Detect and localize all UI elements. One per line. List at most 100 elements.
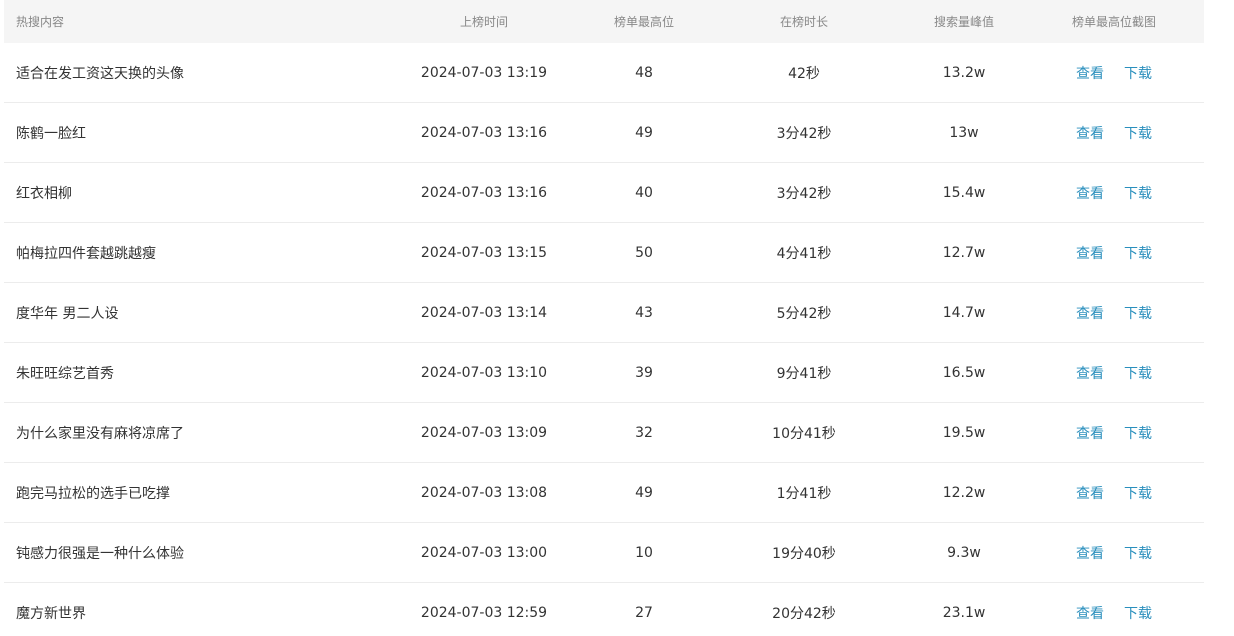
table-row: 帕梅拉四件套越跳越瘦 2024-07-03 13:15 50 4分41秒 12.7w 查看… xyxy=(4,223,1204,283)
table-row: 红衣相柳 2024-07-03 13:16 40 3分42秒 15.4w 查看 下载 xyxy=(4,163,1204,223)
row-title: 陈鹤一脸红 xyxy=(16,125,86,142)
header-screenshot: 榜单最高位截图 xyxy=(1071,15,1156,29)
download-link[interactable]: 下载 xyxy=(1124,183,1152,203)
view-link[interactable]: 查看 xyxy=(1076,363,1104,383)
row-peak: 15.4w xyxy=(942,184,986,201)
table-row: 跑完马拉松的选手已吃撑 2024-07-03 13:08 49 1分41秒 12.2w 查… xyxy=(4,463,1204,523)
row-duration: 1分41秒 xyxy=(776,485,832,502)
row-rank: 27 xyxy=(635,604,653,621)
row-duration: 42秒 xyxy=(788,65,820,82)
view-link[interactable]: 查看 xyxy=(1076,543,1104,563)
row-time: 2024-07-03 13:16 xyxy=(420,124,548,141)
table-row: 朱旺旺综艺首秀 2024-07-03 13:10 39 9分41秒 16.5w 查看 下载 xyxy=(4,343,1204,403)
row-duration: 3分42秒 xyxy=(776,185,832,202)
row-title: 为什么家里没有麻将凉席了 xyxy=(16,425,184,442)
row-title: 红衣相柳 xyxy=(16,185,72,202)
row-duration: 5分42秒 xyxy=(776,305,832,322)
row-rank: 48 xyxy=(635,64,653,81)
row-peak: 23.1w xyxy=(942,604,986,621)
row-duration: 3分42秒 xyxy=(776,125,832,142)
header-peak: 搜索量峰值 xyxy=(933,15,994,29)
row-actions: 查看 下载 xyxy=(1024,423,1204,443)
row-rank: 40 xyxy=(635,184,653,201)
row-rank: 43 xyxy=(635,304,653,321)
row-time: 2024-07-03 13:14 xyxy=(420,304,548,321)
table-row: 陈鹤一脸红 2024-07-03 13:16 49 3分42秒 13w 查看 下载 xyxy=(4,103,1204,163)
view-link[interactable]: 查看 xyxy=(1076,603,1104,623)
row-actions: 查看 下载 xyxy=(1024,363,1204,383)
download-link[interactable]: 下载 xyxy=(1124,63,1152,83)
view-link[interactable]: 查看 xyxy=(1076,243,1104,263)
row-duration: 9分41秒 xyxy=(776,365,832,382)
view-link[interactable]: 查看 xyxy=(1076,123,1104,143)
row-peak: 14.7w xyxy=(942,304,986,321)
row-rank: 49 xyxy=(635,124,653,141)
table-row: 适合在发工资这天换的头像 2024-07-03 13:19 48 42秒 13.2w 查看… xyxy=(4,43,1204,103)
row-title: 魔方新世界 xyxy=(16,605,86,622)
download-link[interactable]: 下载 xyxy=(1124,603,1152,623)
row-rank: 10 xyxy=(635,544,653,561)
row-actions: 查看 下载 xyxy=(1024,603,1204,623)
header-duration: 在榜时长 xyxy=(779,15,828,29)
row-title: 钝感力很强是一种什么体验 xyxy=(16,545,184,562)
row-rank: 50 xyxy=(635,244,653,261)
view-link[interactable]: 查看 xyxy=(1076,183,1104,203)
row-time: 2024-07-03 13:15 xyxy=(420,244,548,261)
row-time: 2024-07-03 13:09 xyxy=(420,424,548,441)
table-body: 适合在发工资这天换的头像 2024-07-03 13:19 48 42秒 13.2w 查看… xyxy=(4,43,1204,636)
row-peak: 16.5w xyxy=(942,364,986,381)
row-title: 帕梅拉四件套越跳越瘦 xyxy=(16,245,156,262)
row-rank: 39 xyxy=(635,364,653,381)
view-link[interactable]: 查看 xyxy=(1076,303,1104,323)
view-link[interactable]: 查看 xyxy=(1076,63,1104,83)
row-time: 2024-07-03 12:59 xyxy=(420,604,548,621)
download-link[interactable]: 下载 xyxy=(1124,363,1152,383)
row-peak: 13.2w xyxy=(942,64,986,81)
row-actions: 查看 下载 xyxy=(1024,543,1204,563)
download-link[interactable]: 下载 xyxy=(1124,543,1152,563)
download-link[interactable]: 下载 xyxy=(1124,243,1152,263)
header-rank: 榜单最高位 xyxy=(613,15,674,29)
view-link[interactable]: 查看 xyxy=(1076,483,1104,503)
row-time: 2024-07-03 13:16 xyxy=(420,184,548,201)
row-rank: 49 xyxy=(635,484,653,501)
row-actions: 查看 下载 xyxy=(1024,303,1204,323)
row-peak: 9.3w xyxy=(947,544,981,561)
row-duration: 4分41秒 xyxy=(776,245,832,262)
row-peak: 12.2w xyxy=(942,484,986,501)
table-row: 为什么家里没有麻将凉席了 2024-07-03 13:09 32 10分41秒 19.5… xyxy=(4,403,1204,463)
view-link[interactable]: 查看 xyxy=(1076,423,1104,443)
header-title: 热搜内容 xyxy=(16,15,65,29)
row-duration: 10分41秒 xyxy=(772,425,836,442)
table-row: 魔方新世界 2024-07-03 12:59 27 20分42秒 23.1w 查看 下载 xyxy=(4,583,1204,636)
row-title: 适合在发工资这天换的头像 xyxy=(16,65,184,82)
download-link[interactable]: 下载 xyxy=(1124,303,1152,323)
row-time: 2024-07-03 13:19 xyxy=(420,64,548,81)
page-margin xyxy=(1204,0,1234,636)
row-actions: 查看 下载 xyxy=(1024,183,1204,203)
download-link[interactable]: 下载 xyxy=(1124,483,1152,503)
row-time: 2024-07-03 13:10 xyxy=(420,364,548,381)
row-time: 2024-07-03 13:00 xyxy=(420,544,548,561)
row-duration: 19分40秒 xyxy=(772,545,836,562)
table-header: 热搜内容 上榜时间 榜单最高位 在榜时长 搜索量峰值 榜单最高位截图 xyxy=(4,0,1204,43)
row-actions: 查看 下载 xyxy=(1024,63,1204,83)
row-title: 跑完马拉松的选手已吃撑 xyxy=(16,485,170,502)
header-time: 上榜时间 xyxy=(459,15,508,29)
row-actions: 查看 下载 xyxy=(1024,483,1204,503)
hot-search-table: 热搜内容 上榜时间 榜单最高位 在榜时长 搜索量峰值 榜单最高位截图 适合在发工… xyxy=(4,0,1204,636)
row-peak: 13w xyxy=(949,124,979,141)
row-title: 朱旺旺综艺首秀 xyxy=(16,365,114,382)
row-actions: 查看 下载 xyxy=(1024,243,1204,263)
row-peak: 12.7w xyxy=(942,244,986,261)
table-row: 度华年 男二人设 2024-07-03 13:14 43 5分42秒 14.7w 查看 下载 xyxy=(4,283,1204,343)
row-duration: 20分42秒 xyxy=(772,605,836,622)
row-title: 度华年 男二人设 xyxy=(16,305,119,322)
download-link[interactable]: 下载 xyxy=(1124,423,1152,443)
row-time: 2024-07-03 13:08 xyxy=(420,484,548,501)
row-rank: 32 xyxy=(635,424,653,441)
table-row: 钝感力很强是一种什么体验 2024-07-03 13:00 10 19分40秒 9.3w… xyxy=(4,523,1204,583)
download-link[interactable]: 下载 xyxy=(1124,123,1152,143)
row-actions: 查看 下载 xyxy=(1024,123,1204,143)
row-peak: 19.5w xyxy=(942,424,986,441)
